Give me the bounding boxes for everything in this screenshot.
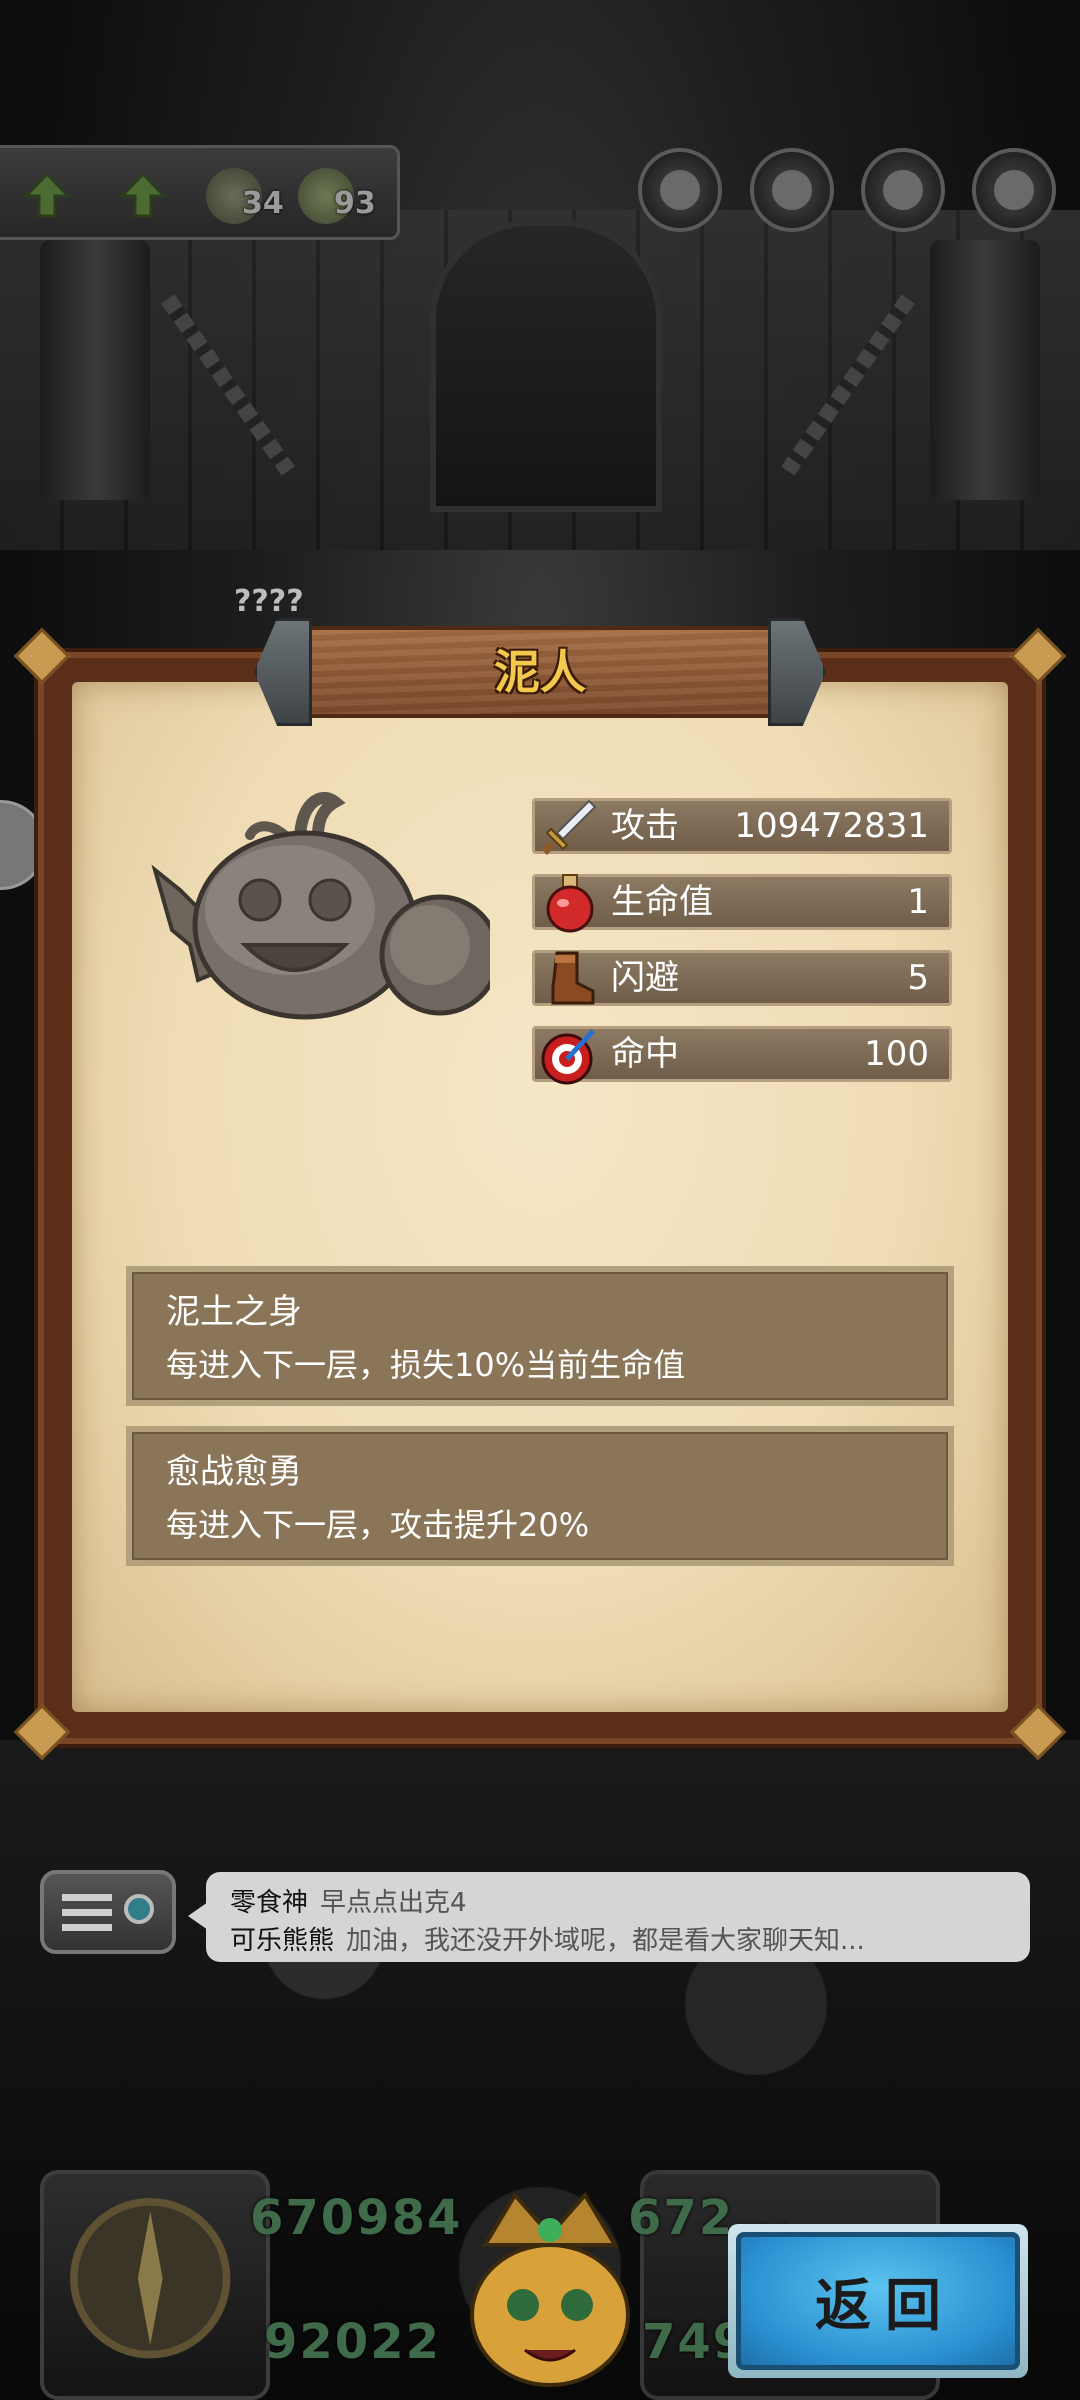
- hud-value: 92022: [264, 2314, 441, 2370]
- hud-value: 670984: [250, 2190, 463, 2246]
- compass-icon: [70, 2198, 231, 2359]
- up-arrow-icon[interactable]: [22, 170, 72, 220]
- skill-description: 每进入下一层，损失10%当前生命值: [166, 1346, 686, 1384]
- resource-spiral: 34: [206, 166, 284, 226]
- dungeon-door: [430, 220, 662, 512]
- skill-card: 泥土之身 每进入下一层，损失10%当前生命值: [126, 1266, 954, 1406]
- resource-spiral-count: 34: [242, 186, 284, 221]
- target-icon: [541, 1029, 595, 1085]
- character-avatar-4-icon[interactable]: [972, 148, 1056, 232]
- skill-name: 泥土之身: [166, 1292, 302, 1332]
- chat-text: 加油，我还没开外域呢，都是看大家聊天知...: [346, 1926, 865, 1956]
- title-plank: 泥人: [254, 616, 826, 728]
- mud-golem-portrait: [151, 791, 490, 1020]
- sword-icon: [541, 799, 597, 855]
- unknown-enemy-label: ????: [234, 584, 304, 619]
- chat-message: 零食神 早点点出克4: [230, 1882, 467, 1919]
- skill-description: 每进入下一层，攻击提升20%: [166, 1506, 590, 1544]
- chat-text: 早点点出克4: [320, 1888, 467, 1918]
- resource-gear-count: 93: [334, 186, 376, 221]
- chat-preview[interactable]: 零食神 早点点出克4 可乐熊熊 加油，我还没开外域呢，都是看大家聊天知...: [188, 1872, 1030, 1962]
- character-avatar-1-icon[interactable]: [638, 148, 722, 232]
- chat-message: 可乐熊熊 加油，我还没开外域呢，都是看大家聊天知...: [230, 1920, 865, 1957]
- character-avatar-3-icon[interactable]: [861, 148, 945, 232]
- pillar-left: [40, 240, 150, 500]
- hero-portrait[interactable]: [445, 2165, 655, 2400]
- chat-status-icon: [124, 1894, 154, 1924]
- resource-bar: 34 93: [0, 145, 400, 240]
- chat-username: 可乐熊熊: [230, 1926, 335, 1956]
- hero-slot-left[interactable]: [40, 2170, 270, 2400]
- skill-name: 愈战愈勇: [166, 1452, 302, 1492]
- potion-icon: [546, 874, 594, 933]
- chat-username: 零食神: [230, 1888, 309, 1918]
- stat-accuracy: 命中 100: [532, 1026, 952, 1085]
- stat-hp: 生命值 1: [532, 874, 952, 933]
- chat-menu-button[interactable]: [40, 1870, 176, 1954]
- back-button[interactable]: 返回: [728, 2224, 1028, 2378]
- skill-card: 愈战愈勇 每进入下一层，攻击提升20%: [126, 1426, 954, 1566]
- up-arrow-icon[interactable]: [118, 170, 168, 220]
- monster-name: 泥人: [494, 645, 586, 699]
- character-avatar-2-icon[interactable]: [750, 148, 834, 232]
- stat-attack: 攻击 109472831: [532, 798, 952, 855]
- resource-gear: 93: [298, 166, 376, 226]
- menu-lines-icon: [62, 1894, 112, 1932]
- stat-dodge: 闪避 5: [532, 950, 952, 1006]
- boot-icon: [551, 951, 595, 1005]
- pillar-right: [930, 240, 1040, 500]
- back-button-label: 返回: [815, 2273, 955, 2339]
